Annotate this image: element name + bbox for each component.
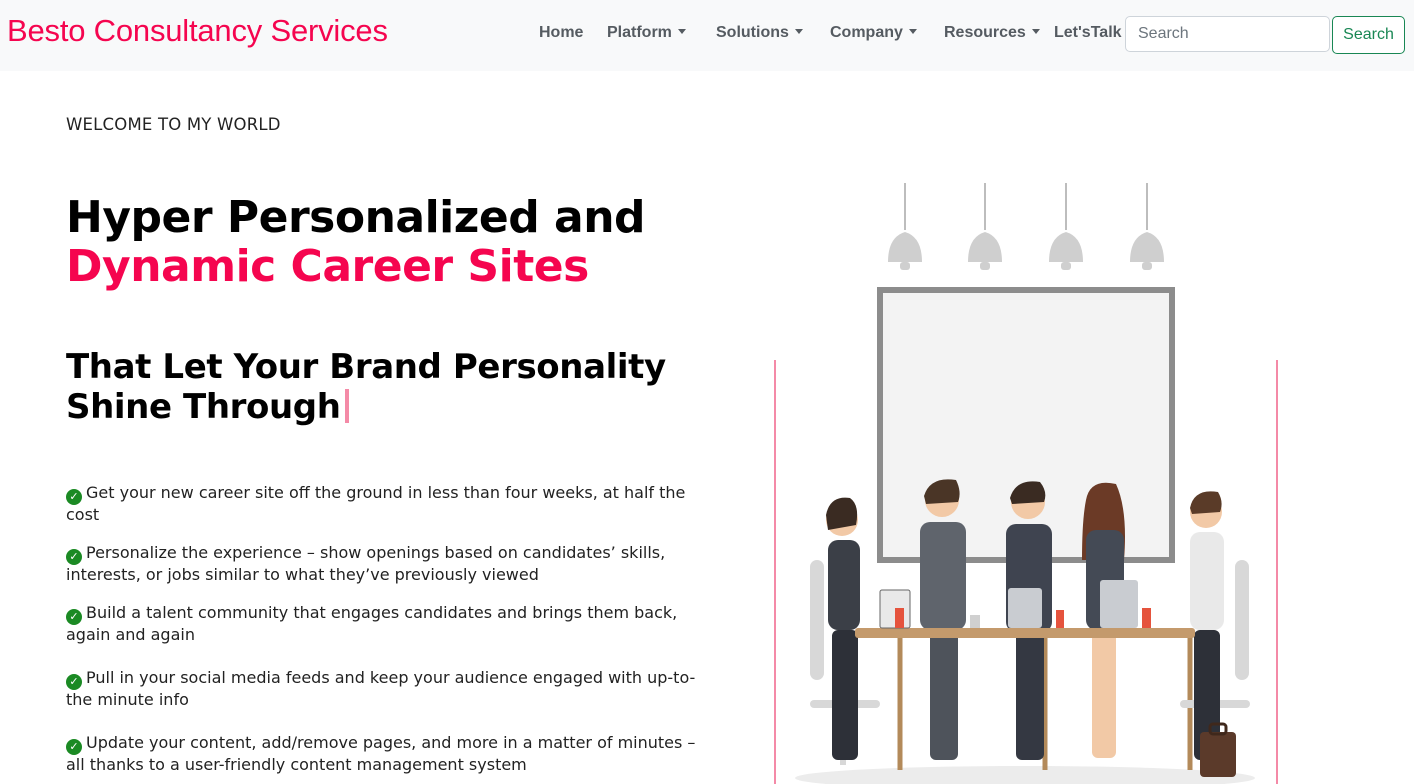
brand-logo-text[interactable]: Besto Consultancy Services [7, 13, 388, 49]
hero-title-accent: Dynamic Career Sites [66, 241, 589, 292]
meeting-illustration [774, 183, 1278, 784]
feature-text: Personalize the experience – show openin… [66, 543, 666, 584]
caret-down-icon [908, 29, 917, 34]
nav-letstalk[interactable]: Let'sTalk [1054, 24, 1122, 42]
feature-text: Update your content, add/remove pages, a… [66, 733, 696, 774]
nav-letstalk-label: Let'sTalk [1054, 24, 1122, 41]
whiteboard [877, 287, 1175, 563]
check-circle-icon: ✓ [66, 739, 82, 755]
nav-home-label: Home [539, 24, 584, 41]
feature-item: ✓ Update your content, add/remove pages, … [66, 733, 716, 775]
person-right [1190, 491, 1224, 760]
welcome-eyebrow: WELCOME TO MY WORLD [66, 115, 281, 134]
search-input[interactable] [1125, 16, 1330, 52]
feature-text: Get your new career site off the ground … [66, 483, 686, 524]
feature-item: ✓ Pull in your social media feeds and kee… [66, 668, 716, 710]
person-left [826, 497, 860, 760]
caret-down-icon [794, 29, 803, 34]
check-circle-icon: ✓ [66, 549, 82, 565]
feature-item: ✓ Build a talent community that engages c… [66, 603, 716, 645]
nav-company-dropdown[interactable]: Company [830, 24, 917, 42]
caret-down-icon [1031, 29, 1040, 34]
hero-subtitle-text: That Let Your Brand Personality Shine Th… [66, 347, 666, 427]
nav-resources-dropdown[interactable]: Resources [944, 24, 1040, 42]
ceiling-lamps [888, 183, 1164, 270]
nav-home[interactable]: Home [539, 24, 583, 42]
nav-platform-dropdown[interactable]: Platform [607, 24, 686, 42]
feature-text: Build a talent community that engages ca… [66, 603, 678, 644]
top-navbar: Besto Consultancy Services Home Platform… [0, 0, 1414, 71]
typing-cursor [344, 389, 349, 423]
nav-company-label: Company [830, 24, 903, 41]
search-button[interactable]: Search [1332, 16, 1405, 54]
feature-text: Pull in your social media feeds and keep… [66, 668, 696, 709]
meeting-table [855, 628, 1195, 638]
feature-item: ✓ Get your new career site off the ground… [66, 483, 716, 525]
check-circle-icon: ✓ [66, 609, 82, 625]
feature-item: ✓ Personalize the experience – show openi… [66, 543, 716, 585]
hero-subtitle: That Let Your Brand Personality Shine Th… [66, 347, 706, 427]
nav-solutions-dropdown[interactable]: Solutions [716, 24, 803, 42]
caret-down-icon [677, 29, 686, 34]
check-circle-icon: ✓ [66, 674, 82, 690]
hero-title-line1: Hyper Personalized and [66, 192, 646, 243]
hero-title: Hyper Personalized and Dynamic Career Si… [66, 192, 646, 292]
check-circle-icon: ✓ [66, 489, 82, 505]
nav-platform-label: Platform [607, 24, 672, 41]
briefcase [1200, 732, 1236, 777]
nav-solutions-label: Solutions [716, 24, 789, 41]
nav-resources-label: Resources [944, 24, 1026, 41]
